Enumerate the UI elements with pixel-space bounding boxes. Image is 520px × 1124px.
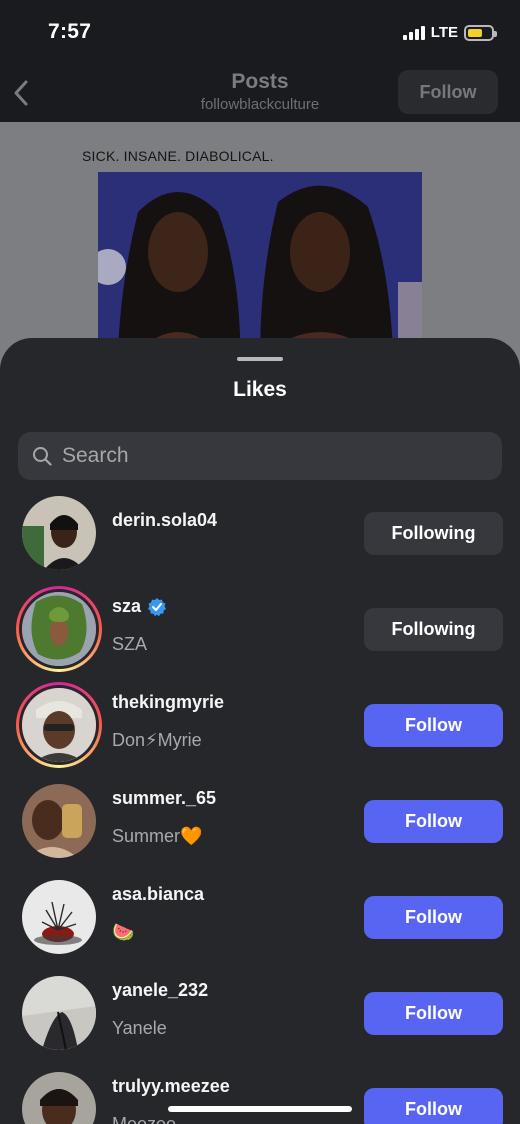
full-name: Meezee [112, 1114, 177, 1124]
username[interactable]: summer._65 [112, 788, 216, 809]
avatar-photo [22, 784, 96, 858]
user-row-summer-65[interactable]: summer._65 Summer🧡 Follow [0, 774, 520, 870]
full-name: Don⚡Myrie [112, 730, 202, 750]
avatar[interactable] [22, 496, 96, 570]
username-text[interactable]: trulyy.meezee [112, 1076, 230, 1097]
username-text[interactable]: sza [112, 596, 141, 617]
avatar-photo [22, 592, 96, 666]
avatar-story-ring[interactable] [16, 586, 102, 672]
username-text[interactable]: summer._65 [112, 788, 216, 809]
avatar[interactable] [22, 784, 96, 858]
nav-bar: Posts followblackculture Follow [0, 64, 520, 122]
follow-button[interactable]: Follow [364, 896, 503, 939]
user-row-asa-bianca[interactable]: asa.bianca 🍉 Follow [0, 870, 520, 966]
sheet-title: Likes [233, 378, 287, 401]
sheet-drag-handle[interactable] [237, 357, 283, 361]
avatar [19, 685, 99, 765]
search-icon [33, 447, 52, 466]
username[interactable]: yanele_232 [112, 980, 208, 1001]
username[interactable]: derin.sola04 [112, 510, 217, 531]
user-row-yanele-232[interactable]: yanele_232 Yanele Follow [0, 966, 520, 1062]
avatar-story-ring[interactable] [16, 682, 102, 768]
follow-button[interactable]: Follow [364, 992, 503, 1035]
following-button[interactable]: Following [364, 608, 503, 651]
avatar-photo [22, 496, 96, 570]
battery-icon [464, 24, 497, 41]
status-indicators: LTE [402, 24, 497, 41]
signal-icon [402, 25, 425, 40]
status-time: 7:57 [48, 20, 92, 43]
search-input[interactable] [62, 432, 482, 480]
full-name: SZA [112, 634, 148, 654]
avatar[interactable] [22, 1072, 96, 1124]
header-follow-button[interactable]: Follow [398, 70, 498, 114]
username[interactable]: sza [112, 596, 167, 617]
follow-button[interactable]: Follow [364, 800, 503, 843]
network-label: LTE [430, 24, 458, 41]
user-row-sza[interactable]: sza SZA Following [0, 582, 520, 678]
follow-button[interactable]: Follow [364, 704, 503, 747]
following-button[interactable]: Following [364, 512, 503, 555]
user-row-thekingmyrie[interactable]: thekingmyrie Don⚡Myrie Follow [0, 678, 520, 774]
username-text[interactable]: asa.bianca [112, 884, 204, 905]
full-name: Yanele [112, 1018, 167, 1038]
follow-button[interactable]: Follow [364, 1088, 503, 1124]
avatar-photo [22, 688, 96, 762]
home-indicator[interactable] [168, 1106, 352, 1112]
avatar-photo [22, 976, 96, 1050]
user-row-derin-sola04[interactable]: derin.sola04 Following [0, 486, 520, 582]
username[interactable]: trulyy.meezee [112, 1076, 230, 1097]
battery-level [468, 28, 483, 37]
avatar-photo [22, 880, 96, 954]
status-bar: 7:57 LTE [0, 0, 520, 64]
avatar [19, 589, 99, 669]
username-text[interactable]: thekingmyrie [112, 692, 224, 713]
full-name: 🍉 [112, 922, 135, 942]
avatar[interactable] [22, 880, 96, 954]
avatar-photo [22, 1072, 96, 1124]
username[interactable]: asa.bianca [112, 884, 204, 905]
user-row-trulyy-meezee[interactable]: trulyy.meezee Meezee Follow [0, 1062, 520, 1124]
username-text[interactable]: yanele_232 [112, 980, 208, 1001]
verified-badge-icon [148, 597, 167, 616]
username[interactable]: thekingmyrie [112, 692, 224, 713]
full-name: Summer🧡 [112, 826, 203, 846]
username-text[interactable]: derin.sola04 [112, 510, 217, 531]
avatar[interactable] [22, 976, 96, 1050]
post-caption: SICK. INSANE. DIABOLICAL. [82, 148, 274, 164]
likes-sheet: Likes derin.sola04 Following [0, 338, 520, 1124]
search-bar[interactable] [18, 432, 502, 480]
